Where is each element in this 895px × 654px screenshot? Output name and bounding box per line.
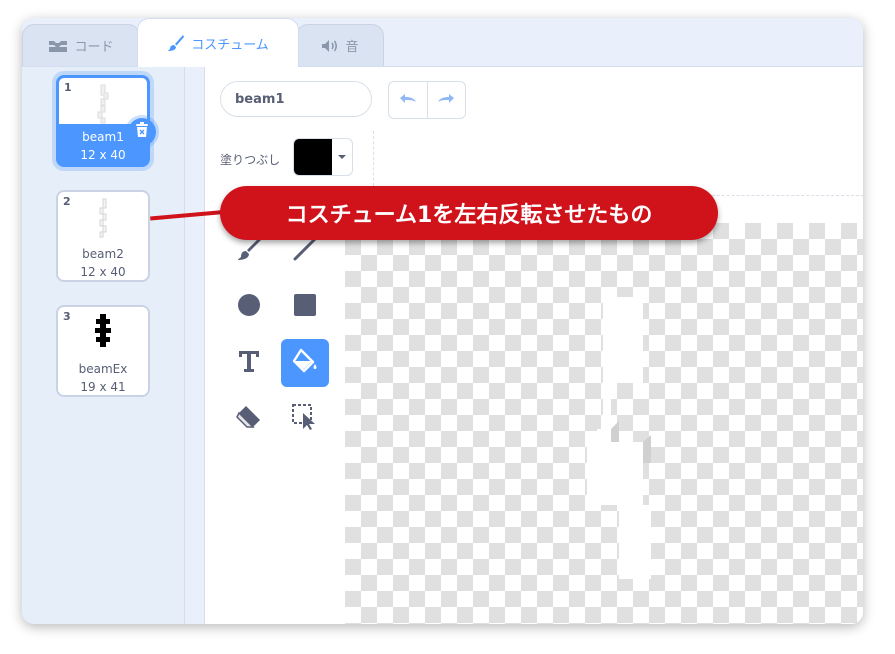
redo-icon	[436, 91, 456, 110]
fill-color-swatch	[294, 139, 332, 175]
costume-name-input[interactable]	[220, 81, 372, 117]
trash-icon	[135, 122, 149, 142]
eraser-tool[interactable]	[225, 395, 273, 443]
code-icon	[48, 39, 68, 53]
circle-tool[interactable]	[225, 283, 273, 331]
costume-size: 19 x 41	[80, 380, 126, 394]
costume-sprite	[587, 297, 651, 579]
costume-list: 1 beam1 12 x 40 2 beam2 12 x 40 3 beamEx…	[22, 67, 185, 624]
paint-bucket-icon	[291, 347, 319, 379]
fill-color-picker[interactable]	[293, 138, 353, 176]
costume-size: 12 x 40	[80, 265, 126, 279]
chevron-down-icon	[332, 154, 352, 160]
costume-thumbnail	[58, 198, 148, 238]
text-icon	[236, 348, 262, 378]
costume-thumbnail	[59, 84, 147, 124]
tab-bar: コード コスチューム 音	[22, 18, 863, 67]
fill-label: 塗りつぶし	[220, 153, 281, 167]
delete-costume-button[interactable]	[128, 118, 156, 146]
undo-icon	[398, 91, 418, 110]
brush-icon	[236, 236, 262, 266]
select-icon	[291, 403, 319, 435]
rectangle-icon	[292, 292, 318, 322]
line-icon	[292, 236, 318, 266]
eraser-icon	[235, 403, 263, 435]
annotation-callout: コスチューム1を左右反転させたもの	[220, 186, 718, 240]
select-tool[interactable]	[281, 395, 329, 443]
costume-thumbnail	[58, 313, 148, 353]
brush-icon	[167, 34, 185, 52]
text-tool[interactable]	[225, 339, 273, 387]
tab-sounds[interactable]: 音	[296, 24, 384, 66]
costume-name: beamEx	[78, 362, 128, 376]
fill-tool[interactable]	[281, 339, 329, 387]
rectangle-tool[interactable]	[281, 283, 329, 331]
undo-redo-group	[388, 81, 466, 119]
circle-icon	[236, 292, 262, 322]
paint-editor: 塗りつぶし	[204, 67, 863, 624]
tab-costumes[interactable]: コスチューム	[137, 18, 299, 67]
costume-size: 12 x 40	[80, 148, 126, 162]
tab-costumes-label: コスチューム	[191, 37, 269, 53]
toolbar-divider	[373, 131, 374, 191]
editor-window: コード コスチューム 音 1 beam1 12 x 40 2 beam2 12 …	[22, 18, 863, 624]
speaker-icon	[321, 39, 339, 53]
undo-button[interactable]	[389, 82, 427, 118]
drawing-canvas[interactable]	[345, 223, 863, 624]
costume-item[interactable]: 2 beam2 12 x 40	[56, 190, 150, 282]
redo-button[interactable]	[426, 82, 466, 118]
tab-code[interactable]: コード	[22, 24, 140, 66]
costume-item[interactable]: 3 beamEx 19 x 41	[56, 305, 150, 397]
tab-sounds-label: 音	[345, 40, 359, 55]
costume-name: beam2	[82, 247, 124, 261]
tab-code-label: コード	[74, 40, 114, 55]
